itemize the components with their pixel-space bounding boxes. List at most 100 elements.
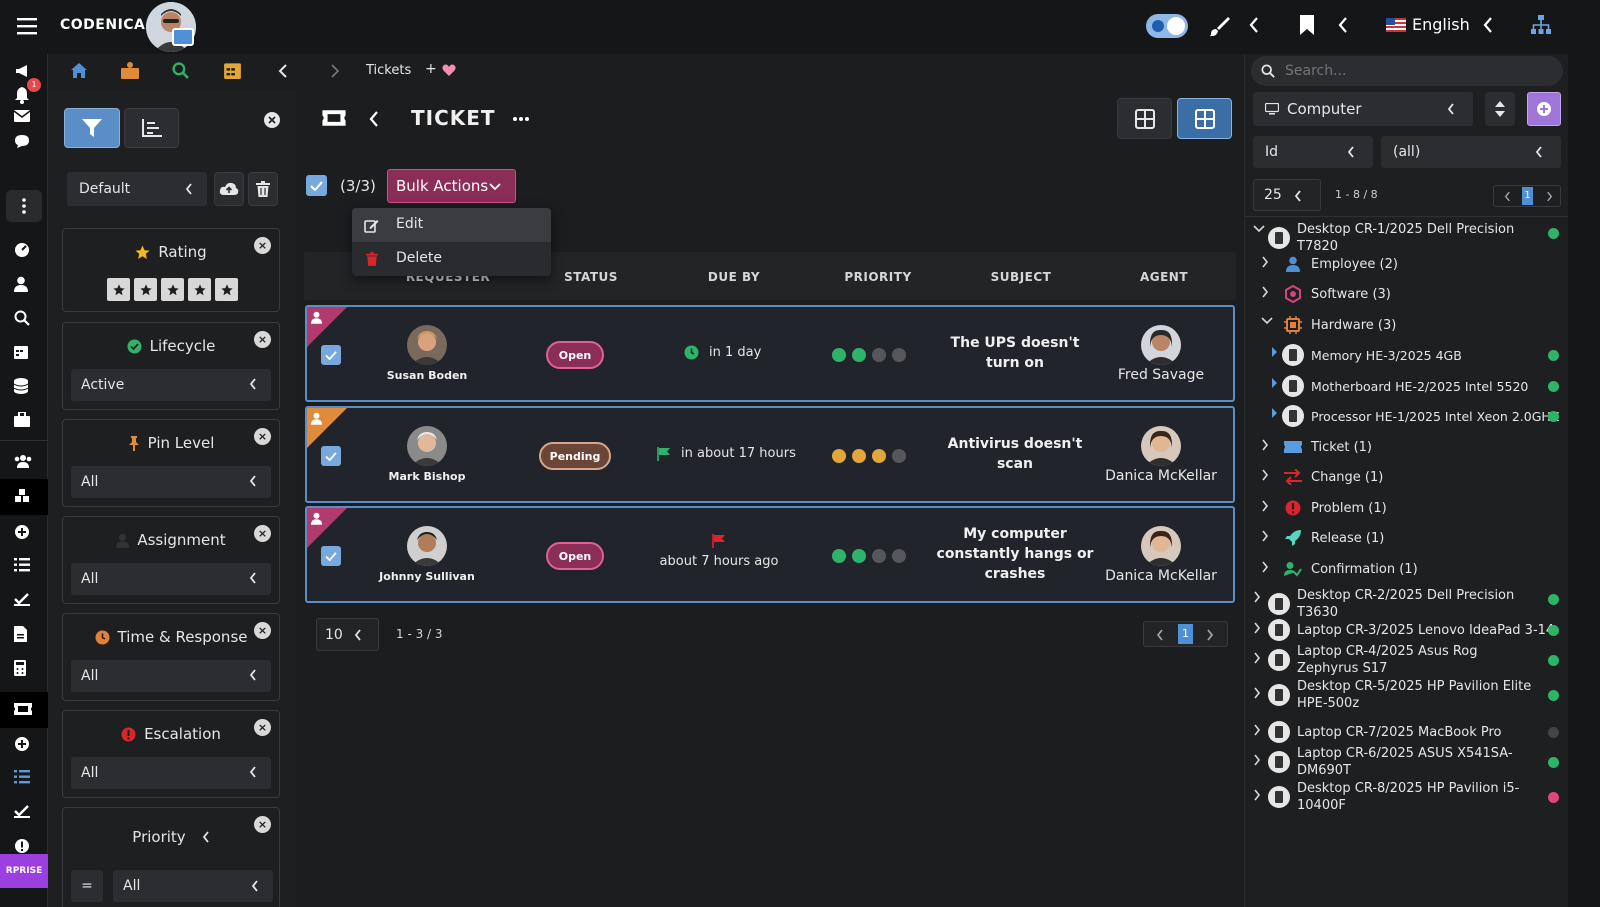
expand-chevron-icon[interactable] (1271, 378, 1277, 388)
expand-chevron-icon[interactable] (1253, 724, 1261, 736)
status-badge[interactable]: Pending (539, 442, 611, 470)
breadcrumb-current[interactable]: Tickets (366, 63, 411, 78)
sitemap-icon[interactable] (1530, 14, 1552, 36)
remove-filter-icon[interactable]: × (254, 331, 271, 348)
brush-icon[interactable] (1207, 14, 1231, 38)
chevron-left-icon[interactable] (1248, 16, 1260, 34)
tree-node[interactable]: Laptop CR-7/2025 MacBook Pro (1267, 720, 1557, 744)
ticket-icon[interactable] (14, 702, 34, 722)
more-vertical-button[interactable] (6, 190, 42, 222)
hamburger-menu-icon[interactable] (16, 15, 38, 37)
agent-avatar[interactable] (1141, 325, 1181, 365)
tree-node[interactable]: Laptop CR-6/2025 ASUS X541SA-DM690T (1267, 745, 1537, 779)
tree-node[interactable]: Desktop CR-1/2025 Dell Precision T7820 (1267, 221, 1557, 255)
next-page-icon[interactable] (1206, 629, 1214, 641)
prev-page-icon[interactable] (1504, 191, 1511, 202)
expand-chevron-icon[interactable] (1261, 561, 1269, 573)
tree-node[interactable]: Problem (1) (1281, 496, 1571, 520)
list-icon[interactable] (14, 558, 34, 578)
tree-node[interactable]: Confirmation (1) (1281, 557, 1571, 581)
tree-node[interactable]: Laptop CR-3/2025 Lenovo IdeaPad 3-14 (1267, 618, 1557, 642)
column-header-due-by[interactable]: DUE BY (674, 270, 794, 284)
heart-icon[interactable] (442, 64, 456, 77)
collapse-chevron-icon[interactable] (1253, 225, 1265, 233)
row-checkbox[interactable] (321, 446, 341, 466)
bulk-actions-button[interactable]: Bulk Actions (387, 169, 516, 203)
ticket-subject[interactable]: The UPS doesn't turn on (935, 333, 1095, 373)
page-size-select[interactable]: 10 (316, 618, 379, 651)
expand-chevron-icon[interactable] (1271, 347, 1277, 357)
grid-view-button[interactable] (1117, 98, 1172, 139)
home-icon[interactable] (70, 62, 88, 79)
tree-node[interactable]: Desktop CR-8/2025 HP Pavilion i5-10400F (1267, 780, 1537, 814)
agent-avatar[interactable] (1141, 526, 1181, 566)
agent-avatar[interactable] (1141, 426, 1181, 466)
current-page[interactable]: 1 (1178, 624, 1193, 644)
add-item-button[interactable] (1527, 92, 1561, 126)
column-header-agent[interactable]: AGENT (1104, 270, 1224, 284)
tree-current-page[interactable]: 1 (1522, 187, 1533, 205)
tree-node[interactable]: Laptop CR-4/2025 Asus Rog Zephyrus S17 (1267, 643, 1537, 677)
toolbox-icon[interactable] (14, 412, 34, 432)
database-icon[interactable] (14, 378, 34, 398)
field-select[interactable]: Id (1253, 136, 1373, 168)
tree-node[interactable]: Motherboard HE-2/2025 Intel 5520 (1281, 374, 1571, 398)
more-horizontal-icon[interactable] (512, 116, 530, 122)
chat-icon[interactable] (14, 134, 34, 154)
chevron-left-icon[interactable] (1337, 16, 1349, 34)
expand-chevron-icon[interactable] (1261, 286, 1269, 298)
add-favorite-plus[interactable]: + (425, 61, 437, 77)
rating-star-2[interactable] (134, 278, 157, 301)
tree-page-size-select[interactable]: 25 (1253, 179, 1321, 211)
row-checkbox[interactable] (321, 345, 341, 365)
tree-node[interactable]: Software (3) (1281, 282, 1571, 306)
theme-toggle[interactable] (1146, 14, 1188, 38)
card-view-button[interactable] (1177, 98, 1232, 139)
table-row[interactable]: Johnny Sullivan Open about 7 hours ago M… (305, 506, 1235, 603)
remove-filter-icon[interactable]: × (254, 237, 271, 254)
expand-chevron-icon[interactable] (1253, 754, 1261, 766)
expand-chevron-icon[interactable] (1271, 408, 1277, 418)
cubes-icon[interactable] (14, 488, 34, 508)
menu-item-edit[interactable]: Edit (352, 208, 551, 242)
remove-filter-icon[interactable]: × (254, 428, 271, 445)
rating-star-4[interactable] (188, 278, 211, 301)
language-label[interactable]: English (1412, 15, 1470, 34)
time-response-select[interactable]: All (71, 660, 271, 692)
assignment-select[interactable]: All (71, 563, 271, 595)
search-icon[interactable] (172, 62, 189, 79)
plus-circle-icon[interactable] (14, 524, 34, 544)
value-select[interactable]: (all) (1381, 136, 1561, 168)
chevron-left-icon[interactable] (1482, 16, 1494, 34)
ticket-subject[interactable]: Antivirus doesn't scan (935, 434, 1095, 474)
tree-node[interactable]: Desktop CR-5/2025 HP Pavilion Elite HPE-… (1267, 678, 1537, 712)
briefcase-user-icon[interactable] (121, 61, 139, 79)
chevron-left-icon[interactable] (278, 63, 288, 79)
expand-chevron-icon[interactable] (1261, 439, 1269, 451)
tree-node[interactable]: Change (1) (1281, 465, 1571, 489)
brand-logo[interactable]: CODENICA (60, 17, 145, 33)
ticket-subject[interactable]: My computer constantly hangs or crashes (935, 524, 1095, 584)
remove-filter-icon[interactable]: × (254, 719, 271, 736)
table-row[interactable]: Mark Bishop Pending in about 17 hours An… (305, 406, 1235, 503)
table-row[interactable]: Susan Boden Open in 1 day The UPS doesn'… (305, 305, 1235, 402)
escalation-select[interactable]: All (71, 757, 271, 789)
rating-star-3[interactable] (161, 278, 184, 301)
column-header-priority[interactable]: PRIORITY (818, 270, 938, 284)
expand-chevron-icon[interactable] (1253, 789, 1261, 801)
collapse-chevron-icon[interactable] (1261, 317, 1273, 325)
users-group-icon[interactable] (14, 454, 34, 474)
tree-node[interactable]: Hardware (3) (1281, 313, 1571, 337)
check-list-icon[interactable] (14, 592, 34, 612)
expand-chevron-icon[interactable] (1261, 469, 1269, 481)
check-list-icon[interactable] (14, 804, 34, 824)
user-icon[interactable] (14, 276, 34, 296)
next-page-icon[interactable] (1546, 191, 1553, 202)
requester-avatar[interactable] (407, 426, 447, 466)
calculator-icon[interactable] (14, 660, 34, 680)
remove-filter-icon[interactable]: × (254, 622, 271, 639)
search-input[interactable] (1285, 60, 1545, 82)
column-header-subject[interactable]: SUBJECT (961, 270, 1081, 284)
expand-chevron-icon[interactable] (1253, 687, 1261, 699)
sort-tab-button[interactable] (124, 108, 179, 148)
